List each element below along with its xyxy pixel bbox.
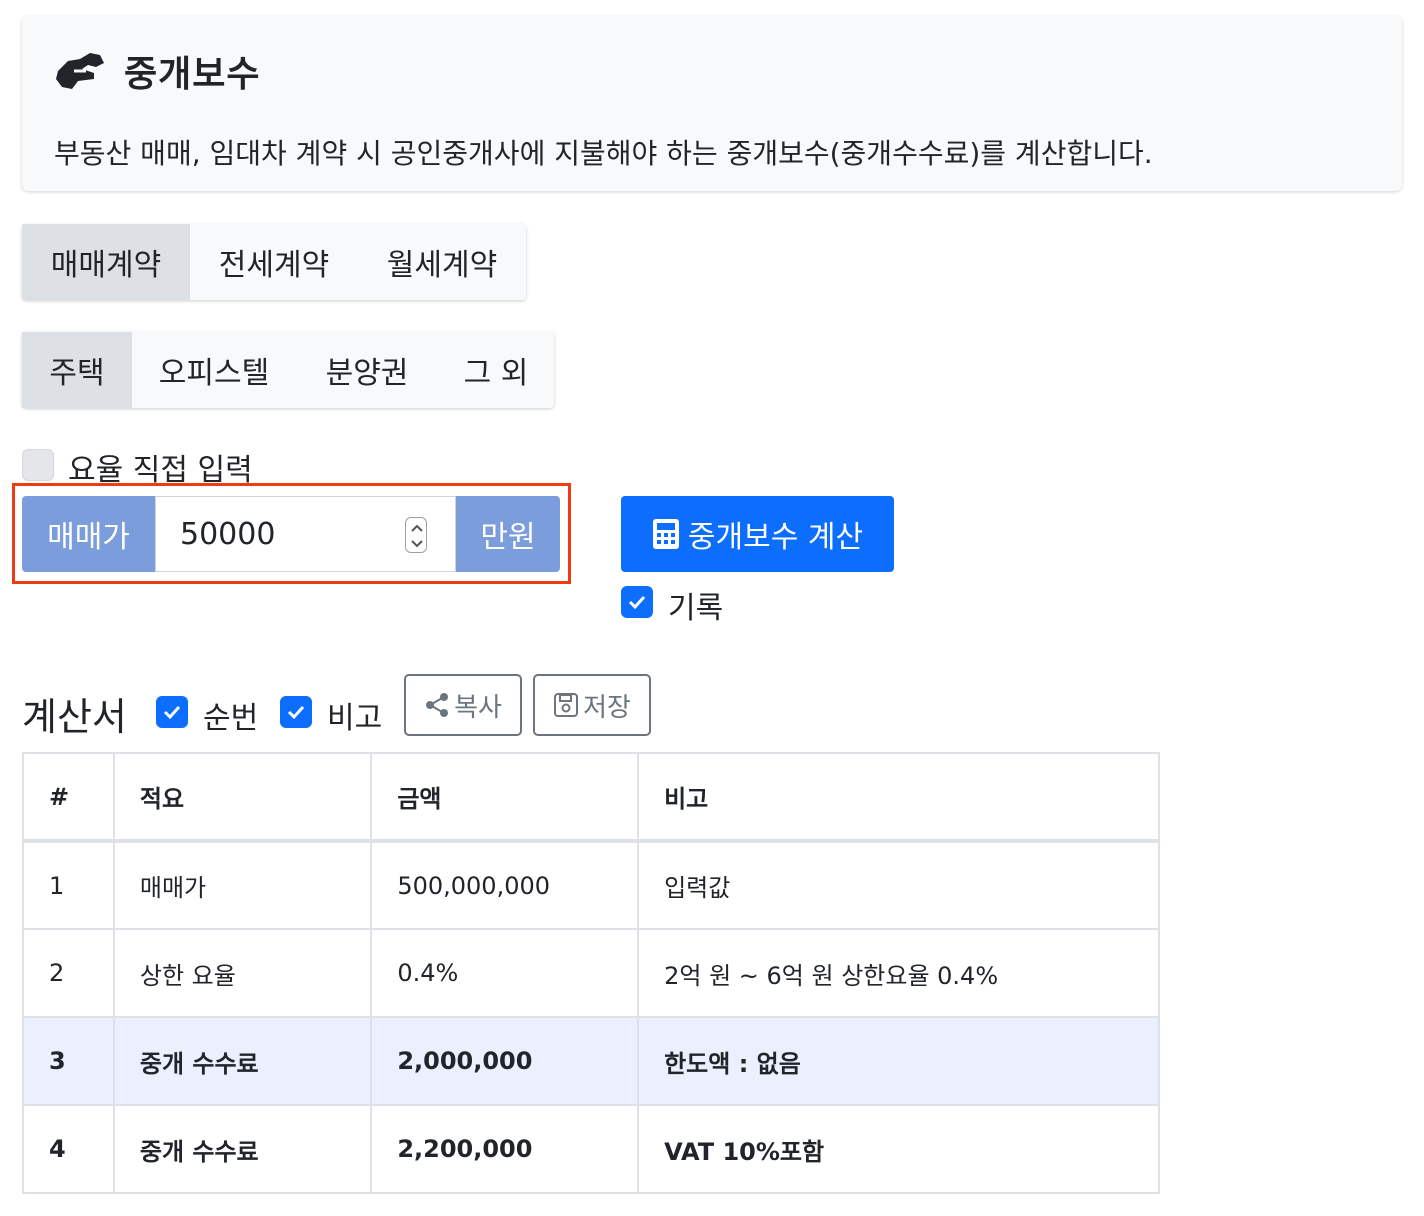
calculate-button[interactable]: 중개보수 계산 [621, 496, 894, 572]
save-button-label: 저장 [583, 692, 631, 723]
manual-rate-checkbox[interactable] [22, 449, 54, 481]
contract-type-tabs: 매매계약 전세계약 월세계약 [22, 224, 526, 300]
cell-amount: 500,000,000 [370, 840, 640, 930]
check-icon [628, 595, 646, 610]
column-header-note: 비고 [637, 752, 1160, 843]
page-header-card: 중개보수 부동산 매매, 임대차 계약 시 공인중개사에 지불해야 하는 중개보… [22, 16, 1402, 191]
table-row: 2 상한 요율 0.4% 2억 원 ~ 6억 원 상한요율 0.4% [22, 928, 1160, 1018]
cell-note: 2억 원 ~ 6억 원 상한요율 0.4% [637, 928, 1160, 1018]
show-note-label: 비고 [327, 701, 383, 736]
page-title: 중개보수 [124, 54, 261, 95]
table-row: 3 중개 수수료 2,000,000 한도액 : 없음 [22, 1016, 1160, 1106]
calculator-icon [652, 519, 679, 549]
cell-item: 중개 수수료 [112, 1104, 373, 1194]
cell-amount: 2,200,000 [370, 1104, 640, 1194]
cell-item: 중개 수수료 [112, 1016, 373, 1106]
statement-title: 계산서 [22, 695, 127, 739]
price-input-value: 50000 [180, 516, 276, 552]
spinner-arrows-icon [411, 524, 423, 548]
property-type-tabs: 주택 오피스텔 분양권 그 외 [22, 332, 554, 408]
copy-button-label: 복사 [454, 692, 502, 723]
price-unit-label: 만원 [456, 496, 560, 572]
cell-item: 상한 요율 [112, 928, 373, 1018]
show-number-label: 순번 [203, 701, 259, 736]
cell-number: 3 [22, 1016, 115, 1106]
cell-item: 매매가 [112, 840, 373, 930]
column-header-number: # [22, 752, 115, 843]
save-button[interactable]: 저장 [533, 674, 651, 736]
record-checkbox[interactable] [621, 586, 653, 618]
copy-button[interactable]: 복사 [404, 674, 522, 736]
table-row: 1 매매가 500,000,000 입력값 [22, 840, 1160, 930]
cell-note: 한도액 : 없음 [637, 1016, 1160, 1106]
page-title-row: 중개보수 [54, 46, 260, 96]
cell-amount: 2,000,000 [370, 1016, 640, 1106]
table-header-row: # 적요 금액 비고 [22, 752, 1160, 843]
tab-house[interactable]: 주택 [22, 332, 132, 408]
column-header-amount: 금액 [370, 752, 640, 843]
floppy-disk-icon [554, 693, 579, 717]
cell-number: 2 [22, 928, 115, 1018]
column-header-item: 적요 [112, 752, 373, 843]
number-spinner[interactable] [405, 517, 427, 553]
record-label: 기록 [668, 591, 724, 626]
price-prefix-label: 매매가 [22, 496, 155, 572]
tab-jeonse-contract[interactable]: 전세계약 [190, 224, 358, 300]
table-row: 4 중개 수수료 2,200,000 VAT 10%포함 [22, 1104, 1160, 1194]
price-input-group: 매매가 50000 만원 [22, 496, 560, 572]
tab-other[interactable]: 그 외 [438, 332, 554, 408]
tab-sale-contract[interactable]: 매매계약 [22, 224, 190, 300]
check-icon [287, 705, 305, 720]
share-icon [426, 693, 449, 717]
cell-amount: 0.4% [370, 928, 640, 1018]
cell-note: 입력값 [637, 840, 1160, 930]
tab-presale-right[interactable]: 분양권 [296, 332, 438, 408]
show-note-checkbox[interactable] [280, 696, 312, 728]
tab-monthly-rent-contract[interactable]: 월세계약 [358, 224, 526, 300]
show-number-checkbox[interactable] [156, 696, 188, 728]
tab-officetel[interactable]: 오피스텔 [132, 332, 296, 408]
cell-number: 4 [22, 1104, 115, 1194]
handshake-icon [54, 49, 106, 93]
cell-number: 1 [22, 840, 115, 930]
calculate-button-label: 중개보수 계산 [687, 520, 864, 555]
check-icon [163, 705, 181, 720]
page-description: 부동산 매매, 임대차 계약 시 공인중개사에 지불해야 하는 중개보수(중개수… [54, 137, 1153, 170]
calculation-table: # 적요 금액 비고 1 매매가 500,000,000 입력값 2 상한 요율… [22, 752, 1160, 1194]
price-input[interactable]: 50000 [155, 496, 456, 572]
cell-note: VAT 10%포함 [637, 1104, 1160, 1194]
